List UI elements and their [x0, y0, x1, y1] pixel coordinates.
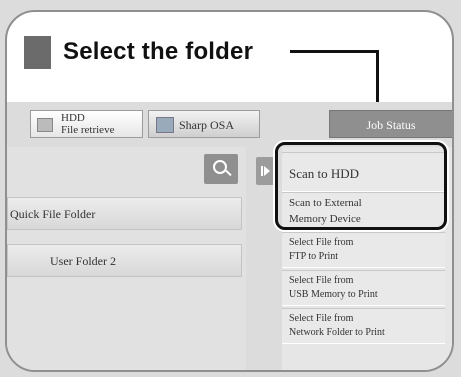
instruction-card: Select the folder HDD File retrieve Shar…: [5, 10, 454, 372]
folder-label: User Folder 2: [50, 254, 116, 268]
menu-item-label-line2: USB Memory to Print: [289, 289, 378, 300]
menu-item-ftp-print[interactable]: Select File from FTP to Print: [282, 232, 445, 268]
job-status-button[interactable]: Job Status: [329, 110, 452, 138]
callout-title: Select the folder: [63, 38, 254, 65]
folder-item-user-folder-2[interactable]: User Folder 2: [7, 244, 242, 277]
search-button[interactable]: [204, 154, 238, 184]
folder-list-panel: Quick File Folder User Folder 2: [7, 147, 246, 370]
job-status-label: Job Status: [366, 118, 416, 132]
menu-item-label-line2: Network Folder to Print: [289, 327, 385, 338]
tab-sharp-label: Sharp OSA: [179, 118, 235, 132]
folder-label: Quick File Folder: [10, 207, 96, 221]
search-icon-handle: [225, 169, 232, 177]
callout-title-bar: Select the folder: [24, 32, 253, 72]
search-icon: [213, 160, 227, 174]
callout-line-horizontal: [290, 50, 378, 53]
tab-hdd-line1: HDD: [61, 112, 85, 124]
menu-item-label-line1: Select File from: [289, 275, 354, 286]
tab-sharp-osa[interactable]: Sharp OSA: [148, 110, 260, 138]
expand-arrow-icon-bar: [261, 166, 263, 176]
hdd-icon: [37, 118, 53, 132]
menu-item-label-line1: Select File from: [289, 237, 354, 248]
menu-item-label-line1: Select File from: [289, 313, 354, 324]
menu-item-usb-print[interactable]: Select File from USB Memory to Print: [282, 270, 445, 306]
sharp-osa-icon: [156, 117, 174, 133]
menu-item-network-print[interactable]: Select File from Network Folder to Print: [282, 308, 445, 344]
menu-item-label-line2: FTP to Print: [289, 251, 339, 262]
step-marker: [24, 35, 51, 69]
selection-highlight: [275, 142, 447, 230]
expand-panel-button[interactable]: [256, 157, 274, 185]
tab-hdd-line2: File retrieve: [61, 124, 115, 136]
tab-hdd-file-retrieve[interactable]: HDD File retrieve: [30, 110, 143, 138]
folder-item-quick-file[interactable]: Quick File Folder: [7, 197, 242, 230]
expand-arrow-icon: [264, 166, 270, 176]
